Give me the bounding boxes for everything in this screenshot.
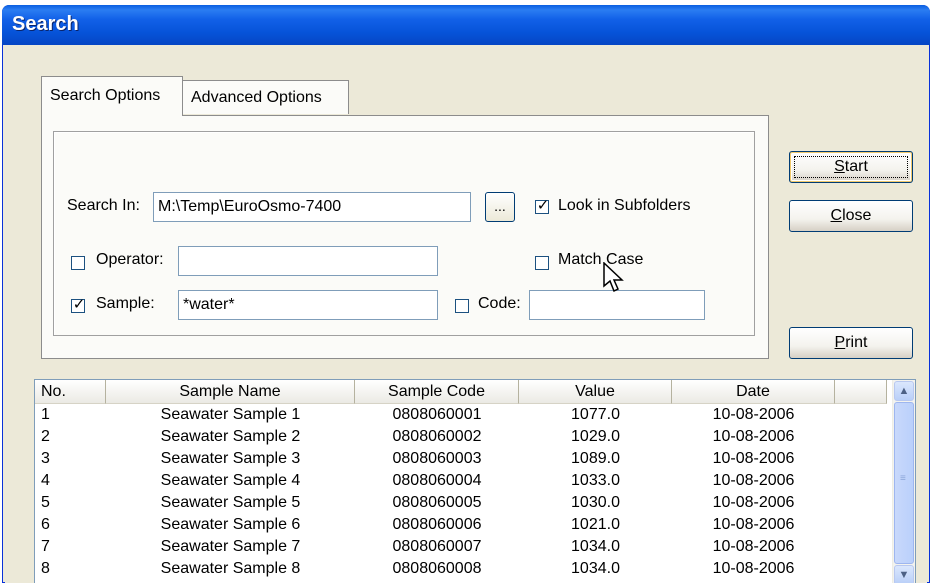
cell-value: 1034.0	[571, 560, 620, 577]
cell-sample-name: Seawater Sample 7	[160, 538, 301, 555]
cell-date: 10-08-2006	[712, 406, 795, 423]
chevron-down-icon: ▼	[898, 569, 910, 581]
list-header: No. Sample Name Sample Code Value Date	[35, 380, 887, 404]
operator-checkbox[interactable]	[71, 256, 85, 270]
column-header-value[interactable]: Value	[519, 380, 672, 404]
sample-label: Sample:	[96, 295, 155, 312]
search-in-label: Search In:	[67, 197, 140, 214]
match-case-label: Match Case	[558, 251, 644, 268]
tab-advanced-options[interactable]: Advanced Options	[183, 80, 349, 114]
title-bar[interactable]: Search	[2, 5, 930, 45]
column-header-filler	[835, 380, 887, 404]
table-row[interactable]: 5 Seawater Sample 5 0808060005 1030.0 10-08-…	[35, 492, 887, 514]
cell-sample-name: Seawater Sample 5	[160, 494, 301, 511]
cell-no: 1	[41, 406, 50, 423]
tab-search-options[interactable]: Search Options	[41, 76, 183, 116]
cell-sample-name: Seawater Sample 4	[160, 472, 301, 489]
mouse-cursor-icon	[603, 262, 624, 293]
cell-date: 10-08-2006	[712, 472, 795, 489]
match-case-checkbox[interactable]	[535, 256, 549, 270]
cell-sample-code: 0808060006	[392, 516, 482, 533]
look-in-subfolders-checkbox[interactable]: ✓	[535, 197, 550, 214]
table-row[interactable]: 2 Seawater Sample 2 0808060002 1029.0 10-08-…	[35, 426, 887, 448]
table-row[interactable]: 6 Seawater Sample 6 0808060006 1021.0 10-08-…	[35, 514, 887, 536]
cell-value: 1089.0	[571, 450, 620, 467]
table-row[interactable]: 4 Seawater Sample 4 0808060004 1033.0 10-08-…	[35, 470, 887, 492]
print-button[interactable]: Print	[789, 327, 913, 359]
cell-sample-name: Seawater Sample 6	[160, 516, 301, 533]
column-header-sample-code[interactable]: Sample Code	[355, 380, 519, 404]
cell-value: 1077.0	[571, 406, 620, 423]
cell-date: 10-08-2006	[712, 560, 795, 577]
vertical-scroll-thumb[interactable]: ≡	[894, 402, 914, 564]
cell-date: 10-08-2006	[712, 450, 795, 467]
table-row[interactable]: 1 Seawater Sample 1 0808060001 1077.0 10-08-…	[35, 404, 887, 426]
cell-no: 4	[41, 472, 50, 489]
cell-sample-name: Seawater Sample 1	[160, 406, 301, 423]
code-label: Code:	[478, 295, 521, 312]
focus-rectangle	[794, 156, 908, 178]
cell-value: 1021.0	[571, 516, 620, 533]
scroll-up-button[interactable]: ▲	[894, 381, 914, 401]
checkmark-icon: ✓	[72, 296, 86, 313]
code-field[interactable]	[529, 290, 705, 320]
vertical-scrollbar[interactable]: ▲ ≡ ▼	[892, 380, 915, 583]
search-dialog: Search Search Options Advanced Options S…	[2, 5, 930, 583]
cell-sample-name: Seawater Sample 3	[160, 450, 301, 467]
cell-date: 10-08-2006	[712, 516, 795, 533]
cell-no: 6	[41, 516, 50, 533]
cell-value: 1034.0	[571, 538, 620, 555]
cell-date: 10-08-2006	[712, 428, 795, 445]
table-row[interactable]: 7 Seawater Sample 7 0808060007 1034.0 10-08-…	[35, 536, 887, 558]
column-header-sample-name[interactable]: Sample Name	[106, 380, 355, 404]
cell-value: 1030.0	[571, 494, 620, 511]
cell-no: 3	[41, 450, 50, 467]
table-row[interactable]: 8 Seawater Sample 8 0808060008 1034.0 10-08-…	[35, 558, 887, 580]
column-header-no[interactable]: No.	[35, 380, 106, 404]
scroll-down-button[interactable]: ▼	[894, 565, 914, 583]
look-in-subfolders-label: Look in Subfolders	[558, 197, 691, 214]
browse-button[interactable]: ...	[485, 192, 515, 222]
sample-checkbox[interactable]: ✓	[71, 296, 86, 313]
cell-sample-code: 0808060007	[392, 538, 482, 555]
dialog-client-area: Search Options Advanced Options Search I…	[5, 45, 927, 583]
tab-label: Search Options	[50, 87, 161, 104]
cell-sample-name: Seawater Sample 8	[160, 560, 301, 577]
close-button[interactable]: Close	[789, 200, 913, 232]
cell-no: 5	[41, 494, 50, 511]
search-in-field[interactable]: M:\Temp\EuroOsmo-7400	[153, 192, 471, 222]
sample-field[interactable]: *water*	[178, 290, 438, 320]
list-body: 1 Seawater Sample 1 0808060001 1077.0 10-08-…	[35, 404, 887, 583]
window-title: Search	[12, 13, 79, 35]
results-list[interactable]: No. Sample Name Sample Code Value Date 1…	[34, 379, 916, 583]
print-button-label: Print	[834, 334, 868, 351]
operator-field[interactable]	[178, 246, 438, 276]
operator-label: Operator:	[96, 251, 164, 268]
cell-sample-code: 0808060008	[392, 560, 482, 577]
cell-value: 1033.0	[571, 472, 620, 489]
cell-date: 10-08-2006	[712, 538, 795, 555]
cell-no: 2	[41, 428, 50, 445]
cell-sample-name: Seawater Sample 2	[160, 428, 301, 445]
tab-label: Advanced Options	[191, 89, 322, 106]
cell-sample-code: 0808060004	[392, 472, 482, 489]
cell-sample-code: 0808060001	[392, 406, 482, 423]
cell-sample-code: 0808060002	[392, 428, 482, 445]
cell-no: 7	[41, 538, 50, 555]
column-header-date[interactable]: Date	[672, 380, 835, 404]
checkmark-icon: ✓	[536, 197, 550, 214]
code-checkbox[interactable]	[455, 299, 469, 313]
chevron-up-icon: ▲	[898, 385, 910, 397]
start-button[interactable]: Start	[789, 151, 913, 183]
cell-sample-code: 0808060005	[392, 494, 482, 511]
cell-sample-code: 0808060003	[392, 450, 482, 467]
table-row[interactable]: 3 Seawater Sample 3 0808060003 1089.0 10-08-…	[35, 448, 887, 470]
grip-icon: ≡	[900, 473, 906, 484]
close-button-label: Close	[830, 207, 872, 224]
cell-no: 8	[41, 560, 50, 577]
cell-value: 1029.0	[571, 428, 620, 445]
cell-date: 10-08-2006	[712, 494, 795, 511]
